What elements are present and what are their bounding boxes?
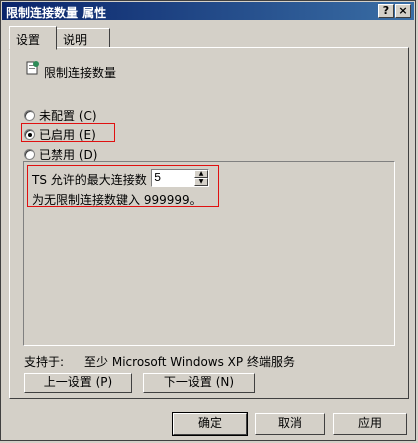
policy-name: 限制连接数量 bbox=[44, 66, 117, 80]
radio-not-configured[interactable]: 未配置 (C) bbox=[24, 107, 97, 124]
window-title: 限制连接数量 属性 bbox=[6, 6, 107, 20]
max-connections-input[interactable] bbox=[152, 170, 194, 186]
radio-button[interactable] bbox=[24, 129, 35, 140]
radio-button[interactable] bbox=[24, 110, 35, 121]
cancel-button[interactable]: 取消 bbox=[255, 413, 325, 435]
max-connections-label: TS 允许的最大连接数 bbox=[32, 173, 147, 187]
next-setting-button[interactable]: 下一设置 (N) bbox=[143, 373, 255, 393]
radio-enabled[interactable]: 已启用 (E) bbox=[21, 123, 115, 143]
unlimited-hint: 为无限制连接数键入 999999。 bbox=[32, 193, 202, 207]
max-connections-spinner[interactable]: ▲ ▼ bbox=[151, 169, 209, 187]
radio-button[interactable] bbox=[24, 149, 35, 160]
supported-label: 支持于: bbox=[24, 355, 65, 369]
supported-value: 至少 Microsoft Windows XP 终端服务 bbox=[84, 355, 295, 369]
policy-setting-icon bbox=[26, 61, 39, 75]
apply-button[interactable]: 应用 bbox=[333, 413, 407, 435]
radio-label: 未配置 (C) bbox=[39, 109, 97, 123]
properties-dialog: 限制连接数量 属性 ? × 设置 说明 限制连接数量 未配置 (C) 已启用 (… bbox=[0, 0, 416, 441]
title-bar: 限制连接数量 属性 ? × bbox=[2, 2, 414, 20]
spinner-arrows: ▲ ▼ bbox=[194, 170, 208, 186]
previous-setting-button[interactable]: 上一设置 (P) bbox=[24, 373, 132, 393]
tab-explain[interactable]: 说明 bbox=[56, 28, 110, 48]
options-box: TS 允许的最大连接数 ▲ ▼ 为无限制连接数键入 999999。 bbox=[23, 161, 395, 346]
ok-button[interactable]: 确定 bbox=[172, 412, 248, 436]
red-highlight-box bbox=[21, 123, 115, 142]
close-button[interactable]: × bbox=[395, 4, 411, 18]
settings-panel: 限制连接数量 未配置 (C) 已启用 (E) 已禁用 (D) TS 允许的最大连… bbox=[9, 47, 409, 399]
supported-on: 支持于: 至少 Microsoft Windows XP 终端服务 bbox=[24, 353, 295, 370]
help-button[interactable]: ? bbox=[378, 4, 394, 18]
spin-up-icon[interactable]: ▲ bbox=[194, 170, 208, 178]
spin-down-icon[interactable]: ▼ bbox=[194, 178, 208, 186]
tab-settings[interactable]: 设置 bbox=[9, 26, 57, 50]
